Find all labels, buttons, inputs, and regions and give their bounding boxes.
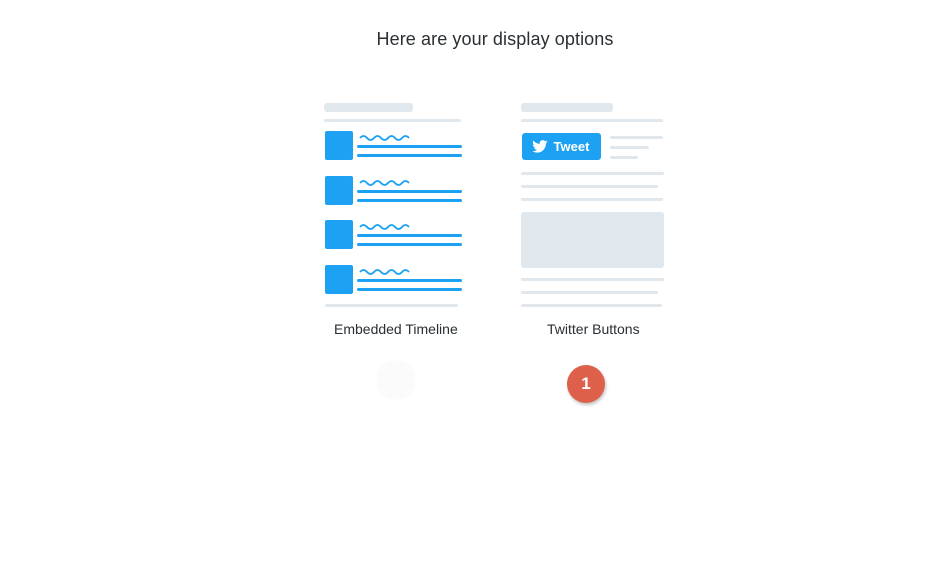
timeline-text-line xyxy=(357,288,462,291)
media-placeholder xyxy=(521,212,664,268)
buttons-text-line xyxy=(521,278,664,281)
timeline-text-line xyxy=(357,199,462,202)
option-label-twitter-buttons: Twitter Buttons xyxy=(547,321,640,337)
tweet-button-label: Tweet xyxy=(553,139,590,154)
timeline-text-line xyxy=(357,190,462,193)
buttons-text-line xyxy=(521,291,658,294)
option-label-embedded-timeline: Embedded Timeline xyxy=(334,321,458,337)
squiggle-icon xyxy=(359,269,410,275)
timeline-text-line xyxy=(357,243,462,246)
buttons-header-bar xyxy=(521,103,613,112)
buttons-side-line xyxy=(610,136,663,139)
buttons-side-line xyxy=(610,156,638,159)
squiggle-icon xyxy=(359,135,410,141)
buttons-text-line xyxy=(521,172,664,175)
timeline-avatar xyxy=(325,220,353,249)
squiggle-icon xyxy=(359,180,410,186)
timeline-text-line xyxy=(357,234,462,237)
buttons-divider xyxy=(521,119,663,122)
timeline-text-line xyxy=(357,154,462,157)
timeline-header-bar xyxy=(324,103,413,112)
squiggle-icon xyxy=(359,224,410,230)
timeline-avatar xyxy=(325,131,353,160)
buttons-text-line xyxy=(521,198,663,201)
option-embedded-timeline[interactable]: Embedded Timeline xyxy=(0,0,470,345)
buttons-text-line xyxy=(521,185,658,188)
timeline-footer-bar xyxy=(325,304,458,307)
timeline-divider xyxy=(324,119,461,122)
tweet-button-preview: Tweet xyxy=(522,133,601,160)
buttons-side-line xyxy=(610,146,649,149)
selection-indicator-empty xyxy=(377,361,415,399)
timeline-text-line xyxy=(357,279,462,282)
display-options-page: Here are your display options Embedded T… xyxy=(0,0,928,566)
timeline-avatar xyxy=(325,176,353,205)
timeline-avatar xyxy=(325,265,353,294)
buttons-text-line xyxy=(521,304,662,307)
twitter-bird-icon xyxy=(531,140,548,153)
timeline-text-line xyxy=(357,145,462,148)
step-badge: 1 xyxy=(567,365,605,403)
